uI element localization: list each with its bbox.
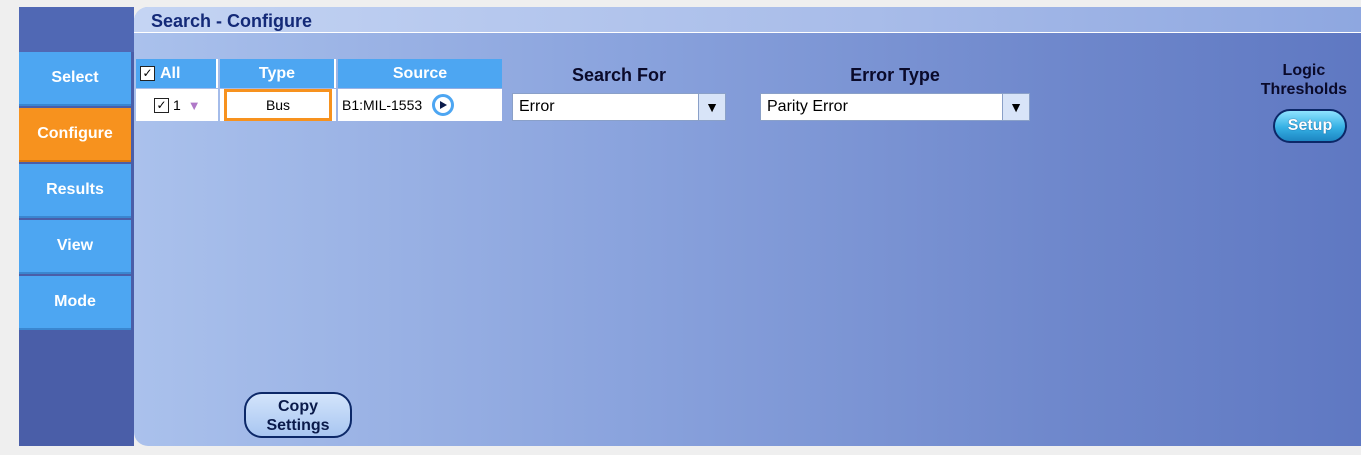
row-source-value: B1:MIL-1553 [342,97,423,113]
row-type-field[interactable]: Bus [224,89,332,121]
row-marker-icon: ▼ [187,97,201,113]
setup-button[interactable]: Setup [1273,109,1347,143]
logic-thresholds-line1: Logic [1282,62,1326,79]
nav-results[interactable]: Results [19,164,131,218]
logic-thresholds-line2: Thresholds [1260,81,1347,98]
nav-configure[interactable]: Configure [19,108,131,162]
copy-settings-line1: Copy [278,398,318,415]
header-type: Type [220,59,336,88]
sidebar-header [19,7,134,52]
main-panel: Search - Configure ✓ All Type Source ✓ 1… [134,7,1361,446]
search-for-value: Error [519,98,555,115]
chevron-down-icon[interactable]: ▼ [1002,94,1029,120]
header-all-label: All [160,64,181,82]
row-select-cell[interactable]: ✓ 1 ▼ [136,89,218,121]
title-bar: Search - Configure [134,7,1361,33]
nav-select[interactable]: Select [19,52,131,106]
row-index: 1 [173,97,181,113]
search-for-dropdown[interactable]: Error ▼ [512,93,726,121]
copy-settings-button[interactable]: Copy Settings [244,392,352,438]
search-for-label: Search For [571,65,667,85]
copy-settings-line2: Settings [266,417,330,434]
chevron-down-icon[interactable]: ▼ [698,94,725,120]
page-title: Search - Configure [151,11,313,31]
row-checkbox[interactable]: ✓ [154,97,169,113]
error-type-value: Parity Error [767,98,848,115]
row-source-cell[interactable]: B1:MIL-1553 [338,89,502,121]
header-all[interactable]: ✓ All [136,59,218,88]
nav-mode[interactable]: Mode [19,276,131,330]
error-type-dropdown[interactable]: Parity Error ▼ [760,93,1030,121]
logic-thresholds-label: Logic Thresholds [1261,61,1347,99]
source-play-icon[interactable] [432,94,455,116]
error-type-label: Error Type [850,65,940,85]
header-source: Source [338,59,502,88]
select-all-checkbox[interactable]: ✓ [140,66,155,81]
nav-view[interactable]: View [19,220,131,274]
